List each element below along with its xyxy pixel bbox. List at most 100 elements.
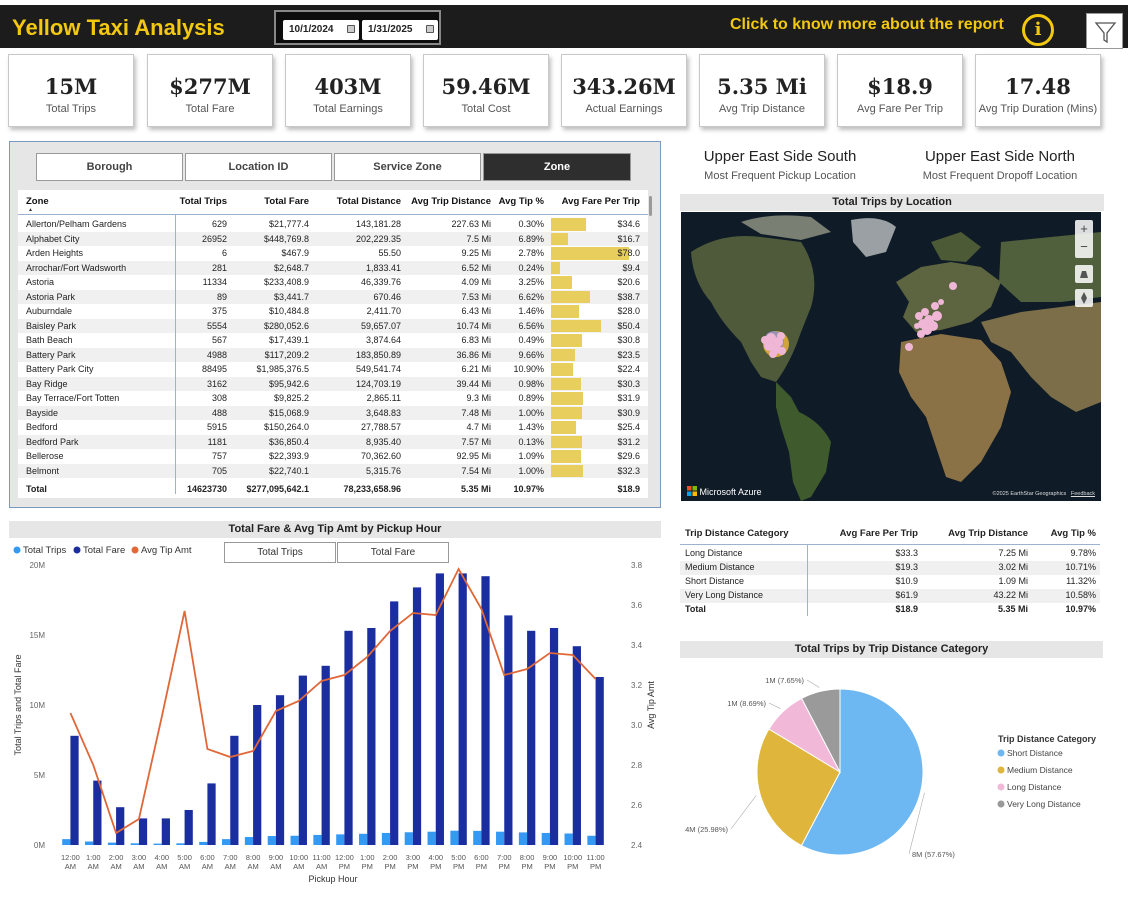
legend-item[interactable]: Total Trips bbox=[13, 545, 67, 556]
table-row[interactable]: Bay Ridge 3162 $95,942.6 124,703.19 39.44 Mi… bbox=[18, 376, 648, 391]
tab-zone[interactable]: Zone bbox=[483, 153, 631, 181]
pie-legend-item[interactable]: Short Distance bbox=[997, 748, 1064, 758]
dist-table-row[interactable]: Very Long Distance $61.9 43.22 Mi 10.58% bbox=[680, 589, 1100, 603]
legend-item[interactable]: Total Fare bbox=[73, 545, 126, 556]
dist-header-category[interactable]: Trip Distance Category bbox=[685, 528, 788, 539]
bar-total-trips[interactable] bbox=[587, 835, 596, 845]
bar-total-trips[interactable] bbox=[199, 841, 208, 845]
about-report-link[interactable]: Click to know more about the report bbox=[730, 16, 1004, 34]
table-scrollbar[interactable] bbox=[649, 196, 652, 216]
bar-total-trips[interactable] bbox=[427, 831, 436, 845]
bar-total-fare[interactable] bbox=[390, 601, 399, 845]
map-tilt-button[interactable] bbox=[1075, 265, 1093, 283]
bar-total-trips[interactable] bbox=[359, 833, 368, 845]
bar-total-fare[interactable] bbox=[93, 780, 102, 845]
bar-total-fare[interactable] bbox=[481, 576, 490, 845]
pie-legend-item[interactable]: Long Distance bbox=[997, 782, 1062, 792]
table-row[interactable]: Auburndale 375 $10,484.8 2,411.70 6.43 Mi 1.4… bbox=[18, 304, 648, 319]
map-feedback-link[interactable]: Feedback bbox=[1071, 491, 1095, 497]
legend-item[interactable]: Avg Tip Amt bbox=[131, 545, 192, 556]
zoom-out-button[interactable]: − bbox=[1075, 238, 1093, 256]
table-row[interactable]: Alphabet City 26952 $448,769.8 202,229.35 7.… bbox=[18, 231, 648, 246]
column-header-total-fare[interactable]: Total Fare bbox=[264, 196, 309, 207]
dist-header-avg-fare[interactable]: Avg Fare Per Trip bbox=[840, 528, 918, 539]
pie-legend-item[interactable]: Medium Distance bbox=[997, 765, 1073, 775]
bar-total-trips[interactable] bbox=[450, 830, 459, 845]
dist-table-row[interactable]: Short Distance $10.9 1.09 Mi 11.32% bbox=[680, 575, 1100, 589]
bar-total-trips[interactable] bbox=[336, 834, 345, 845]
bar-total-fare[interactable] bbox=[253, 705, 262, 845]
table-row[interactable]: Arden Heights 6 $467.9 55.50 9.25 Mi 2.78% $78… bbox=[18, 246, 648, 261]
dist-header-avg-tip[interactable]: Avg Tip % bbox=[1051, 528, 1096, 539]
column-header-zone[interactable]: Zone bbox=[26, 196, 49, 207]
zoom-in-button[interactable]: + bbox=[1075, 220, 1093, 238]
column-header-avg-fare-per-trip[interactable]: Avg Fare Per Trip bbox=[562, 196, 640, 207]
bar-total-fare[interactable] bbox=[321, 665, 330, 845]
bar-total-trips[interactable] bbox=[290, 835, 299, 845]
bar-total-trips[interactable] bbox=[62, 839, 71, 845]
bar-total-trips[interactable] bbox=[404, 832, 413, 845]
bar-total-trips[interactable] bbox=[564, 833, 573, 845]
bar-total-trips[interactable] bbox=[496, 831, 505, 845]
table-row[interactable]: Bath Beach 567 $17,439.1 3,874.64 6.83 Mi 0.4… bbox=[18, 333, 648, 348]
bar-total-trips[interactable] bbox=[244, 837, 254, 845]
bar-total-fare[interactable] bbox=[344, 630, 353, 845]
dist-table-row[interactable]: Medium Distance $19.3 3.02 Mi 10.71% bbox=[680, 561, 1100, 575]
bar-total-fare[interactable] bbox=[161, 818, 170, 845]
table-row[interactable]: Belmont 705 $22,740.1 5,315.76 7.54 Mi 1.00% $… bbox=[18, 463, 648, 478]
map-compass-button[interactable] bbox=[1075, 289, 1093, 307]
table-row[interactable]: Bay Terrace/Fort Totten 308 $9,825.2 2,865.… bbox=[18, 391, 648, 406]
table-row[interactable]: Allerton/Pelham Gardens 629 $21,777.4 143,1… bbox=[18, 217, 648, 232]
column-header-avg-tip-pct[interactable]: Avg Tip % bbox=[499, 196, 544, 207]
bar-total-fare[interactable] bbox=[367, 628, 376, 845]
bar-total-fare[interactable] bbox=[572, 646, 581, 845]
column-header-total-trips[interactable]: Total Trips bbox=[180, 196, 227, 207]
calendar-icon[interactable] bbox=[426, 25, 434, 33]
sort-ascending-icon[interactable]: ▲ bbox=[28, 207, 33, 213]
bar-total-fare[interactable] bbox=[275, 695, 285, 845]
bar-total-fare[interactable] bbox=[549, 628, 559, 845]
trips-map[interactable]: + − Microsoft Azure ©2025 EarthStar Geog… bbox=[681, 212, 1101, 501]
dist-table-row[interactable]: Long Distance $33.3 7.25 Mi 9.78% bbox=[680, 547, 1100, 561]
bar-total-fare[interactable] bbox=[527, 630, 536, 845]
bar-total-fare[interactable] bbox=[412, 587, 422, 845]
table-row[interactable]: Bayside 488 $15,068.9 3,648.83 7.48 Mi 1.00% $… bbox=[18, 405, 648, 420]
pie-legend-item[interactable]: Very Long Distance bbox=[997, 799, 1081, 809]
column-header-avg-trip-distance[interactable]: Avg Trip Distance bbox=[411, 196, 491, 207]
table-row[interactable]: Astoria 11334 $233,408.9 46,339.76 4.09 Mi 3.… bbox=[18, 275, 648, 290]
bar-total-trips[interactable] bbox=[85, 841, 94, 846]
bar-total-fare[interactable] bbox=[138, 818, 148, 845]
tab-service-zone[interactable]: Service Zone bbox=[334, 153, 481, 181]
bar-total-trips[interactable] bbox=[541, 832, 550, 845]
calendar-icon[interactable] bbox=[347, 25, 355, 33]
table-row[interactable]: Battery Park City 88495 $1,985,376.5 549,54… bbox=[18, 362, 648, 377]
bar-total-fare[interactable] bbox=[595, 677, 604, 845]
avg-tip-line[interactable] bbox=[69, 567, 597, 835]
bar-total-trips[interactable] bbox=[107, 842, 117, 845]
start-date-field[interactable]: 10/1/2024 bbox=[283, 20, 359, 40]
bar-total-fare[interactable] bbox=[70, 735, 79, 845]
end-date-field[interactable]: 1/31/2025 bbox=[362, 20, 438, 40]
bar-total-trips[interactable] bbox=[222, 839, 231, 845]
bar-total-fare[interactable] bbox=[230, 735, 239, 845]
info-icon[interactable]: i bbox=[1022, 14, 1054, 46]
bar-total-fare[interactable] bbox=[504, 615, 513, 845]
bar-total-trips[interactable] bbox=[267, 836, 276, 845]
bar-total-fare[interactable] bbox=[116, 807, 125, 845]
table-row[interactable]: Battery Park 4988 $117,209.2 183,850.89 36.8… bbox=[18, 347, 648, 362]
bar-total-trips[interactable] bbox=[176, 843, 185, 845]
bar-total-trips[interactable] bbox=[473, 830, 482, 845]
table-row[interactable]: Bellerose 757 $22,393.9 70,362.60 92.95 Mi 1.… bbox=[18, 449, 648, 464]
bar-total-fare[interactable] bbox=[184, 810, 193, 845]
column-header-total-distance[interactable]: Total Distance bbox=[337, 196, 401, 207]
table-row[interactable]: Bedford Park 1181 $36,850.4 8,935.40 7.57 Mi… bbox=[18, 434, 648, 449]
bar-total-trips[interactable] bbox=[518, 832, 528, 845]
bar-total-trips[interactable] bbox=[153, 843, 162, 845]
tab-location-id[interactable]: Location ID bbox=[185, 153, 332, 181]
bar-total-fare[interactable] bbox=[458, 573, 467, 845]
table-row[interactable]: Baisley Park 5554 $280,052.6 59,657.07 10.74… bbox=[18, 318, 648, 333]
filter-button[interactable] bbox=[1086, 13, 1123, 49]
tab-borough[interactable]: Borough bbox=[36, 153, 183, 181]
table-row[interactable]: Bedford 5915 $150,264.0 27,788.57 4.7 Mi 1.43… bbox=[18, 420, 648, 435]
bar-total-trips[interactable] bbox=[313, 834, 322, 845]
